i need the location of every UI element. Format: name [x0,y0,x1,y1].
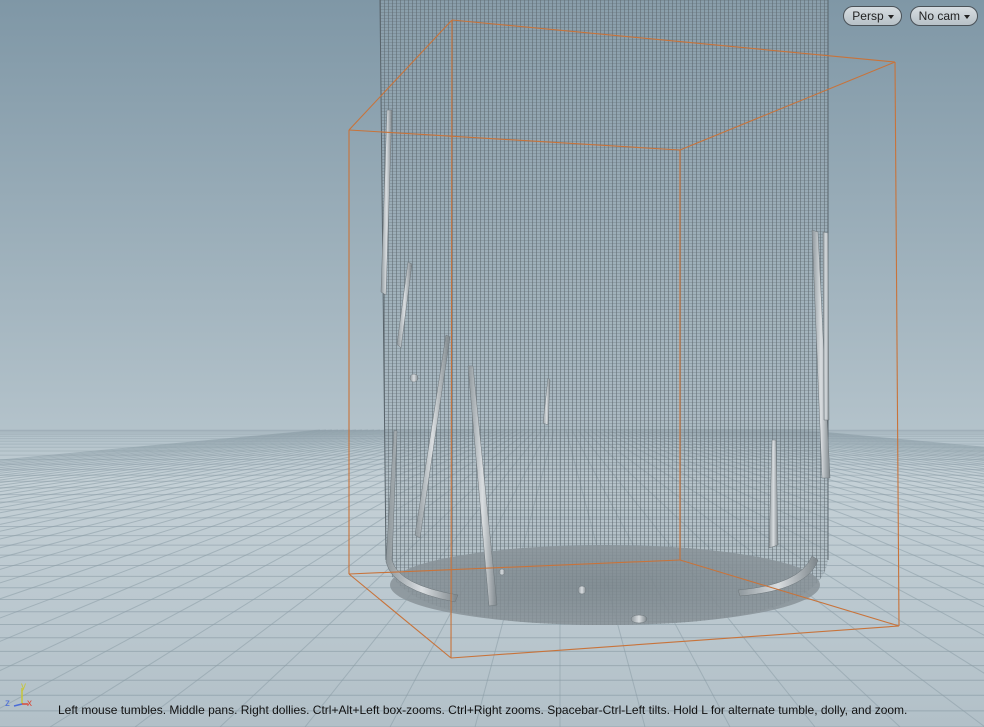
axis-z-label: z [5,698,10,709]
chevron-down-icon [887,15,894,19]
axis-z-line [13,703,23,707]
projection-menu-label: Persp [852,9,884,23]
camera-menu-button[interactable]: No cam [909,6,978,26]
scene-viewport[interactable]: Persp No cam y z x Left mouse tumbles. M… [0,0,984,727]
axis-x-label: x [27,698,32,709]
camera-menu-label: No cam [918,9,960,23]
cylinder-mesh [379,0,829,625]
chevron-down-icon [964,15,970,19]
scene-render[interactable] [0,0,984,727]
view-menu-bar: Persp No cam [843,6,978,26]
axis-y-label: y [21,681,26,692]
axis-gizmo-icon: y z x [5,681,32,709]
projection-menu-button[interactable]: Persp [843,6,902,26]
viewport-hint-text: Left mouse tumbles. Middle pans. Right d… [58,703,908,717]
